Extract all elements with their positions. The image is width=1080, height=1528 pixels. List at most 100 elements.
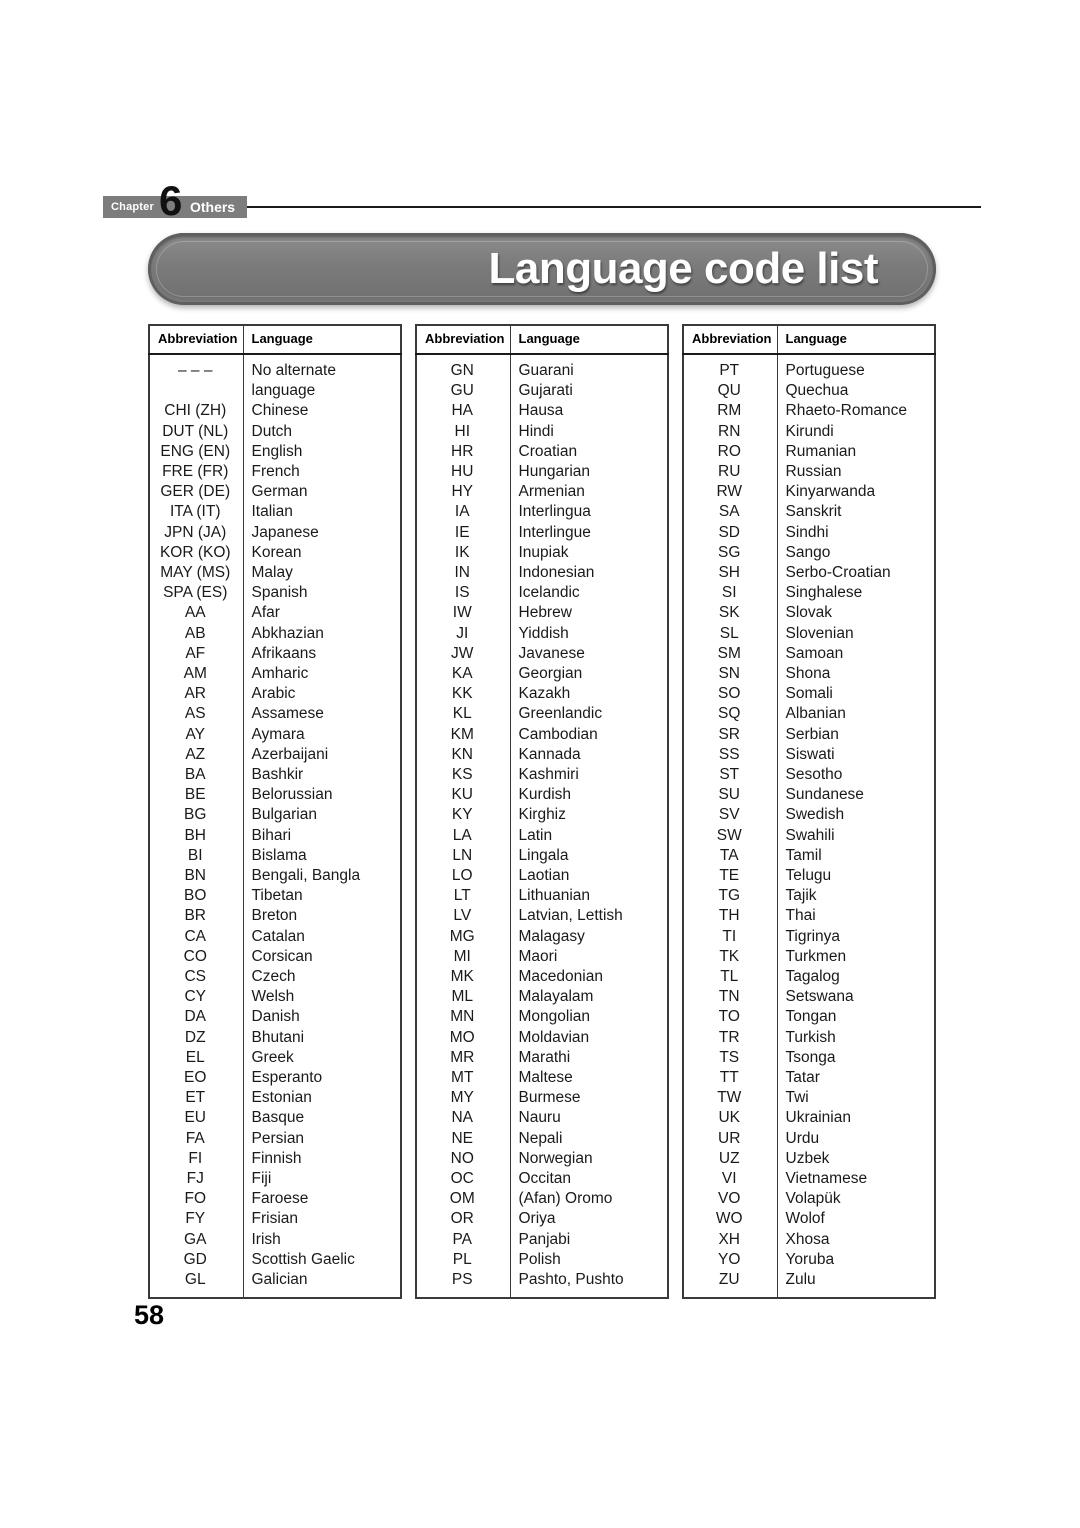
- table-row: BI Bislama: [149, 845, 401, 867]
- cell-abbreviation: SV: [683, 805, 778, 826]
- table-row: IS Icelandic: [416, 583, 668, 604]
- table-spacer-cell: [149, 1290, 244, 1299]
- cell-abbreviation: AR: [149, 684, 244, 705]
- cell-language: Siswati: [785, 745, 835, 763]
- cell-language: Swedish: [785, 806, 845, 824]
- cell-abbreviation: RN: [683, 421, 778, 442]
- cell-language: Slovenian: [785, 624, 854, 642]
- chapter-tab: Chapter 6 Others: [103, 180, 248, 222]
- cell-language: Sindhi: [785, 523, 829, 541]
- cell-abbreviation: – – –: [149, 360, 244, 382]
- cell-language: Samoan: [785, 644, 844, 662]
- table-spacer-row: [683, 353, 935, 361]
- cell-language: Malagasy: [518, 927, 585, 945]
- table-row: MO Moldavian: [416, 1027, 668, 1048]
- cell-abbreviation: AS: [149, 704, 244, 725]
- cell-language: Sundanese: [785, 786, 864, 804]
- cell-abbreviation: AA: [149, 603, 244, 624]
- table-row: LA Latin: [416, 825, 668, 846]
- table-spacer-cell: [416, 353, 511, 361]
- cell-language: Basque: [251, 1109, 305, 1127]
- cell-abbreviation: SA: [683, 502, 778, 523]
- table-row: KN Kannada: [416, 744, 668, 765]
- header-rule: [247, 206, 981, 208]
- cell-language: Fiji: [251, 1170, 272, 1188]
- cell-language: Volapük: [785, 1190, 841, 1208]
- cell-language: Latvian, Lettish: [518, 907, 623, 925]
- cell-language: Bulgarian: [251, 806, 318, 824]
- cell-abbreviation: TT: [683, 1068, 778, 1089]
- table-row: ST Sesotho: [683, 765, 935, 786]
- cell-language: Xhosa: [785, 1230, 830, 1248]
- cell-language: Tibetan: [251, 887, 303, 905]
- cell-language: Belorussian: [251, 786, 333, 804]
- column-header-language: Language: [777, 325, 935, 355]
- cell-language: Esperanto: [251, 1069, 323, 1087]
- cell-language: Italian: [251, 503, 293, 521]
- cell-abbreviation: PA: [416, 1229, 511, 1250]
- cell-abbreviation: SI: [683, 583, 778, 604]
- table-row: GL Galician: [149, 1270, 401, 1291]
- cell-language: Welsh: [251, 988, 295, 1006]
- table-row: ITA (IT) Italian: [149, 502, 401, 523]
- cell-language: Abkhazian: [251, 624, 324, 642]
- table-spacer-cell: [510, 1290, 668, 1298]
- cell-abbreviation: BA: [149, 765, 244, 786]
- cell-language: Persian: [251, 1129, 305, 1147]
- cell-language: Lithuanian: [518, 887, 591, 905]
- cell-abbreviation: KM: [416, 724, 511, 745]
- table-row: IW Hebrew: [416, 603, 668, 624]
- cell-abbreviation: RU: [683, 461, 778, 483]
- table-row: SS Siswati: [683, 744, 935, 765]
- cell-abbreviation: NA: [416, 1108, 511, 1129]
- cell-language: Cambodian: [518, 725, 598, 743]
- cell-language: Amharic: [251, 664, 309, 682]
- cell-language: Burmese: [518, 1089, 581, 1107]
- cell-abbreviation: ML: [416, 987, 511, 1008]
- table-row: FA Persian: [149, 1128, 401, 1149]
- cell-language: Hungarian: [518, 462, 591, 480]
- cell-abbreviation: HI: [416, 421, 511, 442]
- cell-abbreviation: JPN (JA): [149, 522, 244, 543]
- table-row: CY Welsh: [149, 987, 401, 1008]
- cell-language: Swahili: [785, 826, 835, 844]
- table-row: SH Serbo-Croatian: [683, 562, 935, 584]
- cell-language: Hindi: [518, 422, 554, 440]
- cell-language: Marathi: [518, 1048, 571, 1066]
- table-row: GN Guarani: [416, 360, 668, 382]
- cell-abbreviation: LT: [416, 886, 511, 907]
- table-row: BA Bashkir: [149, 765, 401, 786]
- cell-language: Kazakh: [518, 685, 571, 703]
- table-row: SA Sanskrit: [683, 502, 935, 523]
- table-body-1: – – – No alternate language CHI (ZH) Chinese…: [149, 353, 401, 1299]
- cell-abbreviation: LN: [416, 845, 511, 867]
- cell-language: Latin: [518, 826, 553, 844]
- cell-language: Urdu: [785, 1129, 820, 1147]
- cell-language: Indonesian: [518, 563, 595, 581]
- table-body-2: GN Guarani GU Gujarati HA Hausa HI Hindi HR Croat…: [416, 353, 668, 1299]
- table-row: – – – No alternate: [149, 360, 401, 382]
- cell-abbreviation: GD: [149, 1249, 244, 1271]
- cell-abbreviation: FRE (FR): [149, 461, 244, 483]
- cell-language: Dutch: [251, 422, 293, 440]
- table-row: TH Thai: [683, 906, 935, 927]
- cell-abbreviation: SD: [683, 522, 778, 543]
- cell-language: Serbo-Croatian: [785, 563, 891, 581]
- cell-language: Tamil: [785, 846, 822, 864]
- table-row: KK Kazakh: [416, 684, 668, 705]
- table-row: SPA (ES) Spanish: [149, 583, 401, 604]
- table-row: FI Finnish: [149, 1148, 401, 1170]
- cell-abbreviation: GL: [149, 1270, 244, 1291]
- table-row: AY Aymara: [149, 724, 401, 745]
- cell-abbreviation: CHI (ZH): [149, 401, 244, 422]
- cell-language: Kirundi: [785, 422, 834, 440]
- cell-language: Breton: [251, 907, 298, 925]
- cell-language: Czech: [251, 968, 296, 986]
- cell-language: German: [251, 483, 308, 501]
- cell-abbreviation: TO: [683, 1007, 778, 1028]
- table-row: KS Kashmiri: [416, 765, 668, 786]
- cell-abbreviation: BH: [149, 825, 244, 846]
- table-row: PS Pashto, Pushto: [416, 1270, 668, 1291]
- page-number: 58: [134, 1300, 165, 1330]
- table-row: AS Assamese: [149, 704, 401, 725]
